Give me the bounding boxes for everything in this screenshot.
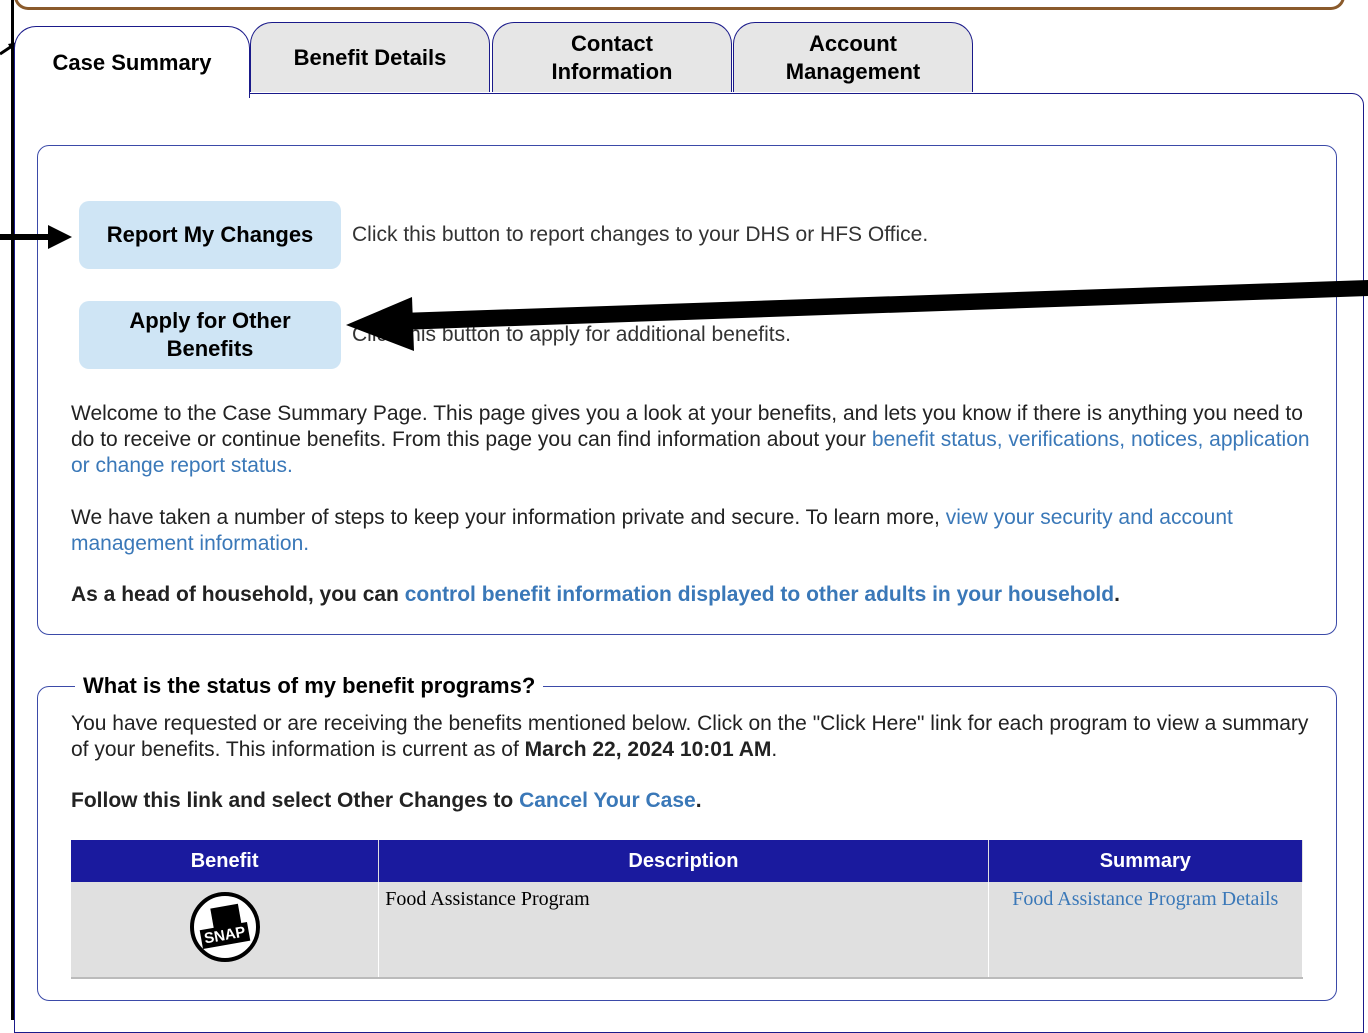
arrow-to-report-button bbox=[0, 225, 72, 249]
annotation-arrows bbox=[0, 40, 1368, 351]
tab-label: Case Summary bbox=[52, 49, 212, 75]
tab-case-summary[interactable]: Case Summary bbox=[14, 26, 250, 98]
arrow-to-apply-button bbox=[346, 280, 1368, 351]
